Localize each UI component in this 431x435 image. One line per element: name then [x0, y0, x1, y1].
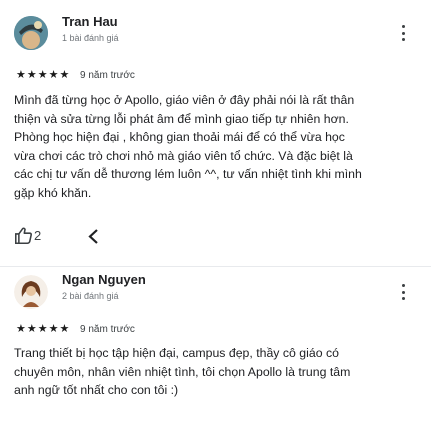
review-text-line: các chị tư vấn dễ thương lém luôn ^^, tư… — [14, 167, 362, 181]
review-text-line: thiện và sửa từng lỗi phát âm để mình gi… — [14, 111, 349, 126]
share-button[interactable] — [88, 229, 98, 244]
author-name[interactable]: Ngan Nguyen — [62, 272, 146, 287]
share-icon — [88, 229, 98, 244]
like-button[interactable]: 2 — [14, 227, 41, 244]
avatar[interactable] — [14, 16, 48, 50]
like-count: 2 — [34, 228, 42, 243]
review-text-line: Phòng học hiện đại , không gian thoải má… — [14, 130, 345, 144]
star-icon: ★ — [37, 69, 48, 81]
avatar-image — [14, 275, 48, 309]
star-icon: ★ — [48, 323, 59, 335]
star-icon: ★ — [59, 323, 70, 335]
star-icon: ★ — [16, 69, 26, 81]
review-count: 1 bài đánh giá — [62, 33, 119, 43]
more-vert-icon[interactable] — [399, 25, 407, 41]
star-icon: ★ — [37, 323, 48, 335]
review-text: Trang thiết bị học tập hiện đại, campus … — [14, 344, 424, 400]
star-icon: ★ — [26, 323, 37, 335]
review-text-line: Trang thiết bị học tập hiện đại, campus … — [14, 346, 339, 360]
review-card: Tran Hau 1 bài đánh giá ★ ★ ★ ★ ★ 9 năm … — [0, 0, 431, 265]
more-vert-icon[interactable] — [399, 284, 407, 300]
rating-stars: ★ ★ ★ ★ ★ — [16, 324, 69, 335]
review-text-line: vừa chơi các trò chơi nhỏ mà giáo viên t… — [14, 148, 353, 163]
review-text-line: anh ngữ tốt nhất cho con tôi :) — [14, 383, 179, 397]
thumb-up-icon — [15, 227, 32, 244]
review-date: 9 năm trước — [80, 324, 135, 335]
star-icon: ★ — [16, 323, 26, 335]
review-card: Ngan Nguyen 2 bài đánh giá ★ ★ ★ ★ ★ 9 n… — [0, 267, 431, 435]
rating-stars: ★ ★ ★ ★ ★ — [16, 70, 69, 81]
review-text: Mình đã từng học ở Apollo, giáo viên ở đ… — [14, 91, 424, 202]
review-text-line: gặp khó khăn. — [14, 185, 92, 200]
review-text-line: chuyên môn, nhân viên nhiệt tình, tôi ch… — [14, 364, 351, 379]
author-name[interactable]: Tran Hau — [62, 14, 118, 29]
review-text-line: Mình đã từng học ở Apollo, giáo viên ở đ… — [14, 93, 355, 107]
review-count: 2 bài đánh giá — [62, 291, 119, 301]
review-date: 9 năm trước — [80, 70, 135, 81]
avatar-image — [14, 16, 48, 50]
star-icon: ★ — [48, 69, 59, 81]
star-icon: ★ — [26, 69, 37, 81]
avatar[interactable] — [14, 275, 48, 309]
star-icon: ★ — [59, 69, 70, 81]
